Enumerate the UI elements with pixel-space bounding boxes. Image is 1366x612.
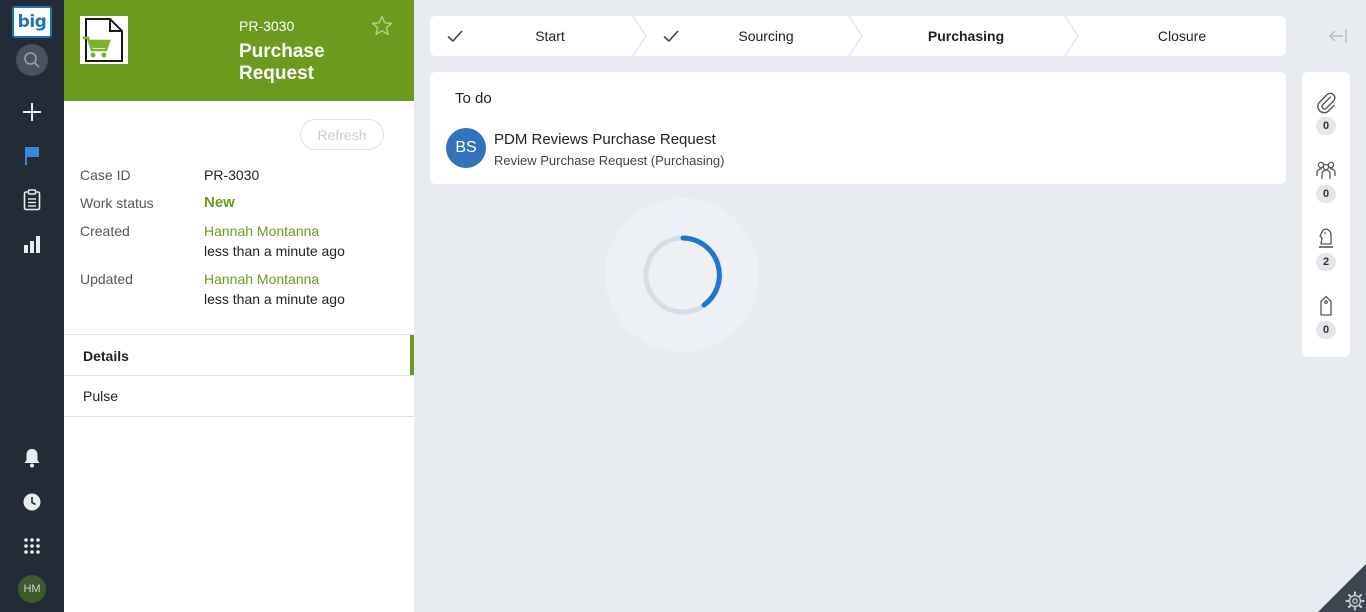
- plus-icon: [23, 103, 41, 121]
- collapse-utilities-button[interactable]: [1326, 24, 1350, 48]
- case-type-icon: [80, 16, 128, 64]
- utilities-rail: 0 0 2 0: [1302, 72, 1350, 357]
- case-id-value: PR-3030: [204, 167, 260, 183]
- clipboard-icon: [23, 189, 41, 211]
- collapse-right-icon: [1328, 29, 1347, 43]
- apps-grid-icon: [24, 538, 40, 554]
- search-button[interactable]: [16, 44, 48, 76]
- check-icon: [663, 30, 679, 43]
- followers-button[interactable]: [1314, 158, 1338, 182]
- loading-spinner-icon: [643, 235, 723, 315]
- reports-list-button[interactable]: [14, 182, 50, 218]
- stakeholders-count: 2: [1316, 253, 1336, 271]
- tab-details[interactable]: Details: [64, 334, 414, 376]
- my-work-button[interactable]: [14, 138, 50, 174]
- tab-details-label: Details: [83, 347, 129, 364]
- followers-count: 0: [1316, 185, 1336, 203]
- stage-progress-bar: Start Sourcing Purchasing Closure: [430, 16, 1286, 56]
- stage-purchasing[interactable]: Purchasing: [862, 16, 1070, 56]
- stage-closure[interactable]: Closure: [1078, 16, 1286, 56]
- follow-star-button[interactable]: [370, 14, 394, 38]
- gear-icon: [1318, 564, 1366, 612]
- todo-card: To do BS PDM Reviews Purchase Request Re…: [430, 72, 1286, 184]
- notifications-button[interactable]: [14, 440, 50, 476]
- todo-item-link[interactable]: PDM Reviews Purchase Request: [494, 131, 716, 148]
- chess-knight-icon: [1319, 228, 1333, 248]
- star-icon: [371, 15, 393, 36]
- attachments-button[interactable]: [1314, 90, 1338, 114]
- dashboard-button[interactable]: [14, 226, 50, 262]
- tab-pulse[interactable]: Pulse: [64, 375, 414, 417]
- case-title: Purchase Request: [239, 41, 325, 84]
- stage-sourcing-label: Sourcing: [738, 28, 794, 44]
- tags-count: 0: [1316, 321, 1336, 339]
- create-button[interactable]: [14, 94, 50, 130]
- updated-when: less than a minute ago: [204, 291, 345, 307]
- bar-chart-icon: [24, 236, 40, 253]
- case-summary-panel: PR-3030 Purchase Request Refresh Case ID…: [64, 0, 414, 612]
- followers-icon: [1316, 161, 1336, 179]
- created-when: less than a minute ago: [204, 243, 345, 259]
- case-header: PR-3030 Purchase Request: [64, 0, 414, 101]
- shopping-cart-document-icon: [83, 18, 123, 62]
- paperclip-icon: [1317, 92, 1336, 114]
- flag-icon: [25, 147, 39, 165]
- stage-start[interactable]: Start: [430, 16, 634, 56]
- bell-icon: [24, 449, 40, 468]
- tags-button[interactable]: [1314, 294, 1338, 318]
- stage-sourcing[interactable]: Sourcing: [646, 16, 850, 56]
- left-nav-rail: big HM: [0, 0, 64, 612]
- recents-button[interactable]: [14, 484, 50, 520]
- case-id-header: PR-3030: [239, 18, 295, 34]
- refresh-button[interactable]: Refresh: [300, 119, 384, 150]
- todo-heading: To do: [455, 90, 492, 107]
- user-avatar[interactable]: HM: [18, 575, 46, 603]
- created-by-link[interactable]: Hannah Montanna: [204, 221, 319, 241]
- todo-item-subtitle: Review Purchase Request (Purchasing): [494, 153, 725, 168]
- stakeholders-button[interactable]: [1314, 226, 1338, 250]
- created-label: Created: [80, 223, 130, 239]
- updated-label: Updated: [80, 271, 133, 287]
- assignee-avatar: BS: [446, 128, 486, 168]
- tag-icon: [1320, 295, 1332, 316]
- search-icon: [24, 52, 40, 68]
- work-status-value: New: [204, 194, 235, 211]
- history-icon: [23, 493, 41, 511]
- settings-corner-button[interactable]: [1318, 564, 1366, 612]
- check-icon: [447, 30, 463, 43]
- updated-by-link[interactable]: Hannah Montanna: [204, 269, 319, 289]
- tab-pulse-label: Pulse: [83, 388, 119, 404]
- stage-purchasing-label: Purchasing: [927, 28, 1005, 44]
- avatar-initials: HM: [23, 583, 41, 595]
- attachments-count: 0: [1316, 117, 1336, 135]
- stage-closure-label: Closure: [1157, 28, 1207, 44]
- app-launcher-button[interactable]: [14, 528, 50, 564]
- stage-start-label: Start: [535, 28, 565, 44]
- app-logo[interactable]: big: [12, 6, 52, 38]
- work-status-label: Work status: [80, 195, 154, 211]
- logo-text: big: [17, 12, 47, 32]
- case-id-label: Case ID: [80, 167, 131, 183]
